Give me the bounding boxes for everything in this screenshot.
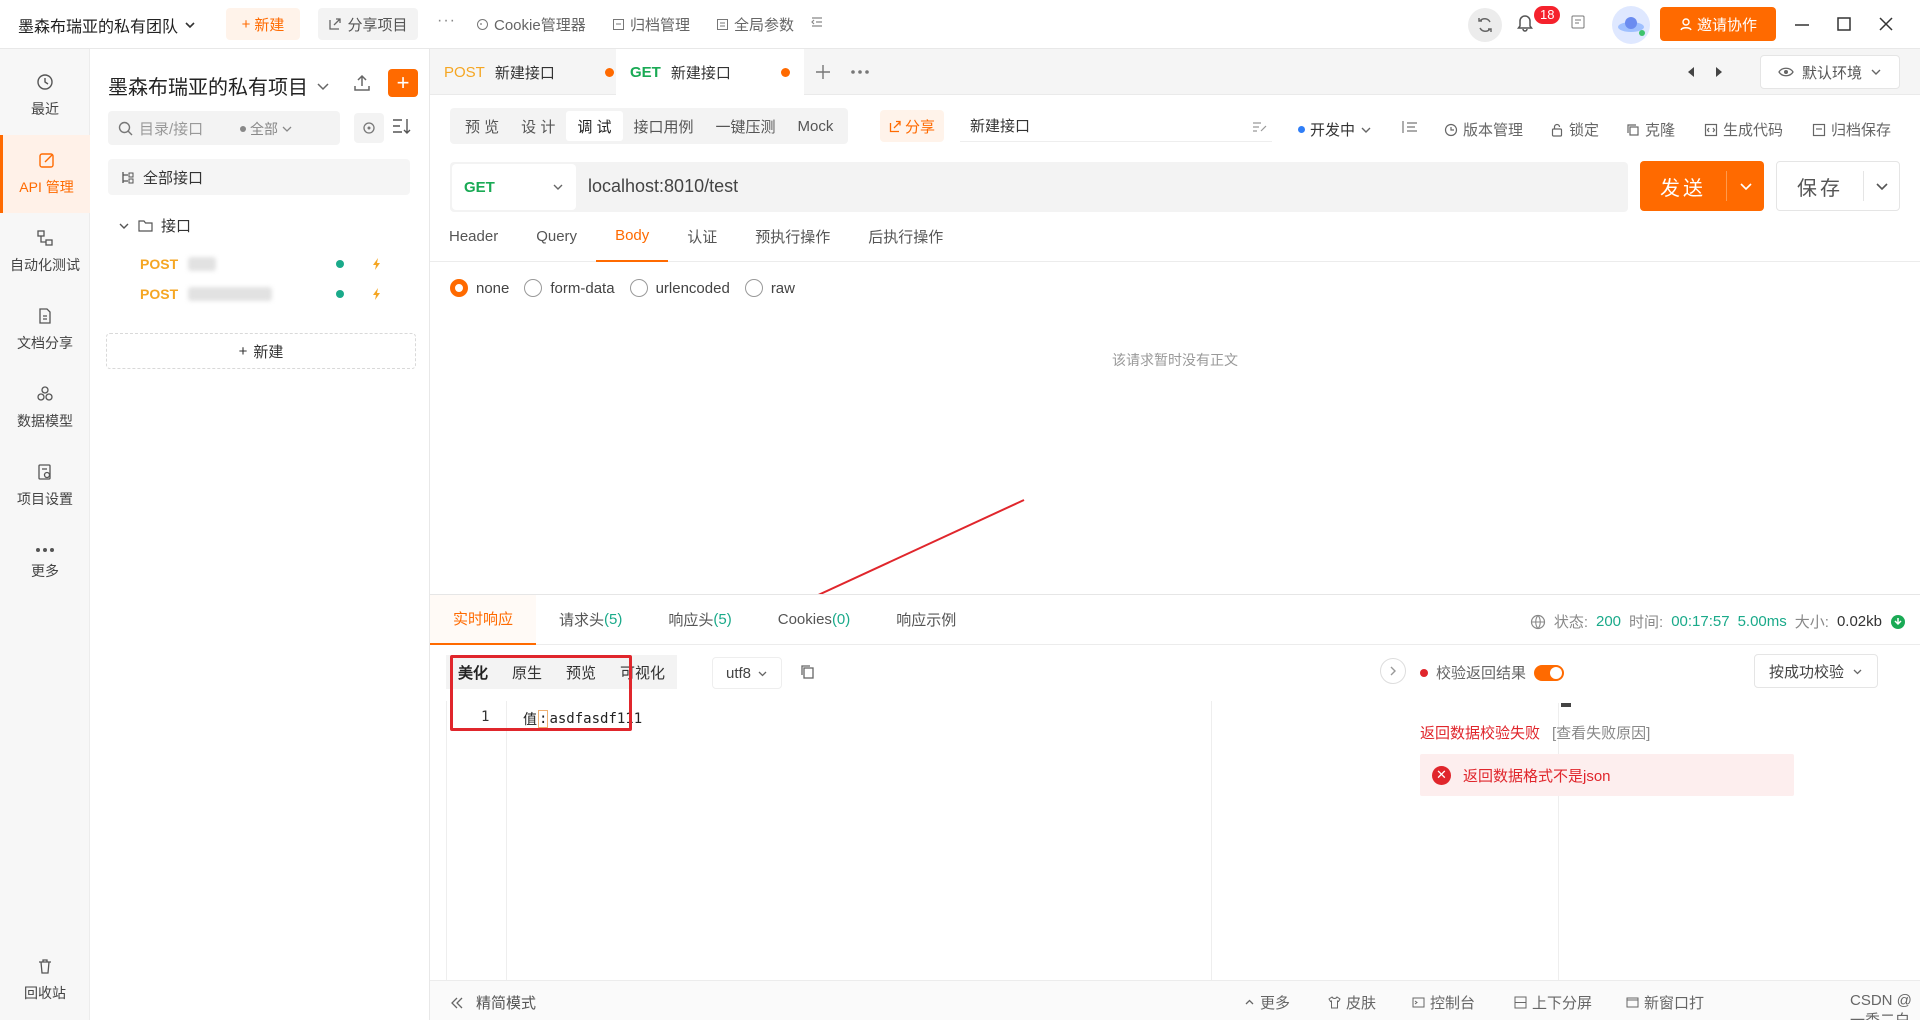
- time-label: 时间:: [1629, 614, 1664, 631]
- editor-scrollbar[interactable]: [1558, 703, 1572, 993]
- tab-count: (5): [713, 611, 732, 628]
- tab-label: 实时响应: [453, 611, 514, 628]
- duration-value: 5.00ms: [1737, 613, 1787, 630]
- tab-label: 请求头: [559, 612, 605, 629]
- console-icon: [1412, 996, 1425, 1009]
- line-gutter: [447, 701, 507, 991]
- validate-label: 校验返回结果: [1436, 665, 1527, 682]
- chevron-down-icon: [1852, 666, 1863, 677]
- response-status: 状态: 200 时间: 00:17:57 5.00ms 大小: 0.02kb: [1530, 611, 1906, 632]
- footer-label: 上下分屏: [1532, 995, 1593, 1012]
- footer-console[interactable]: 控制台: [1412, 992, 1475, 1013]
- status-code: 200: [1595, 613, 1622, 630]
- footer-skin[interactable]: 皮肤: [1328, 992, 1376, 1013]
- watermark: CSDN @一秀二白三面板: [1850, 992, 1912, 1020]
- response-panel: 实时响应 请求头 (5) 响应头 (5) Cookies (0) 响应示例 状态: 2…: [430, 594, 1920, 1020]
- footer-bar: 精简模式 更多 皮肤 控制台 上下分屏 新窗口打 CSDN @一秀二白三面板: [430, 980, 1920, 1020]
- encoding-select[interactable]: utf8: [712, 657, 782, 689]
- status-label: 状态:: [1553, 614, 1588, 631]
- globe-icon: [1530, 614, 1546, 630]
- tab-label: 响应头: [668, 612, 714, 629]
- tab-count: (5): [604, 611, 623, 628]
- validate-toggle[interactable]: [1534, 664, 1565, 681]
- tab-live-response[interactable]: 实时响应: [430, 594, 537, 645]
- validate-dot: [1420, 668, 1428, 677]
- chevron-up-icon: [1244, 997, 1255, 1008]
- footer-label: 皮肤: [1346, 995, 1377, 1012]
- validate-mode-label: 按成功校验: [1768, 663, 1844, 681]
- window-icon: [1626, 996, 1639, 1009]
- shirt-icon: [1328, 996, 1341, 1009]
- footer-label: 控制台: [1430, 995, 1476, 1012]
- encoding-label: utf8: [725, 664, 752, 682]
- tab-label: 响应示例: [896, 612, 957, 629]
- footer-more[interactable]: 更多: [1244, 992, 1290, 1013]
- response-editor[interactable]: 1 值 : asdfasdf111: [446, 701, 1212, 991]
- download-icon[interactable]: [1890, 614, 1906, 630]
- footer-label: 新窗口打: [1644, 995, 1705, 1012]
- copy-icon[interactable]: [800, 664, 816, 680]
- split-icon: [1514, 996, 1527, 1009]
- footer-new-window[interactable]: 新窗口打: [1626, 992, 1704, 1013]
- validate-error-text: 返回数据格式不是json: [1463, 767, 1611, 785]
- tab-response-example[interactable]: 响应示例: [873, 595, 979, 645]
- footer-split[interactable]: 上下分屏: [1514, 992, 1592, 1013]
- validate-fail-text: 返回数据校验失败: [1420, 725, 1541, 742]
- annotation-highlight-box: [450, 655, 632, 731]
- tab-count: (0): [831, 611, 851, 628]
- validate-error-box: ✕ 返回数据格式不是json: [1420, 754, 1794, 796]
- simple-mode-label: 精简模式: [476, 995, 537, 1012]
- validate-mode-select[interactable]: 按成功校验: [1754, 654, 1878, 688]
- tab-cookies[interactable]: Cookies (0): [755, 595, 874, 645]
- view-fail-reason-link[interactable]: [查看失败原因]: [1552, 722, 1650, 743]
- size-value: 0.02kb: [1836, 613, 1882, 630]
- validate-toggle-row: 校验返回结果: [1420, 662, 1565, 683]
- tab-request-headers[interactable]: 请求头 (5): [536, 595, 645, 645]
- chevron-down-icon: [757, 668, 768, 679]
- scroll-thumb[interactable]: [1561, 703, 1571, 707]
- validate-fail-row: 返回数据校验失败 [查看失败原因]: [1420, 722, 1650, 743]
- time-value: 00:17:57: [1671, 613, 1730, 630]
- tab-response-headers[interactable]: 响应头 (5): [645, 595, 754, 645]
- size-label: 大小:: [1794, 614, 1829, 631]
- collapse-pane-icon[interactable]: [1380, 658, 1406, 684]
- double-chevron-left-icon: [450, 997, 464, 1009]
- footer-label: 更多: [1260, 995, 1291, 1012]
- tab-label: Cookies: [777, 611, 832, 628]
- simple-mode-toggle[interactable]: 精简模式: [450, 992, 536, 1013]
- error-icon: ✕: [1432, 765, 1451, 785]
